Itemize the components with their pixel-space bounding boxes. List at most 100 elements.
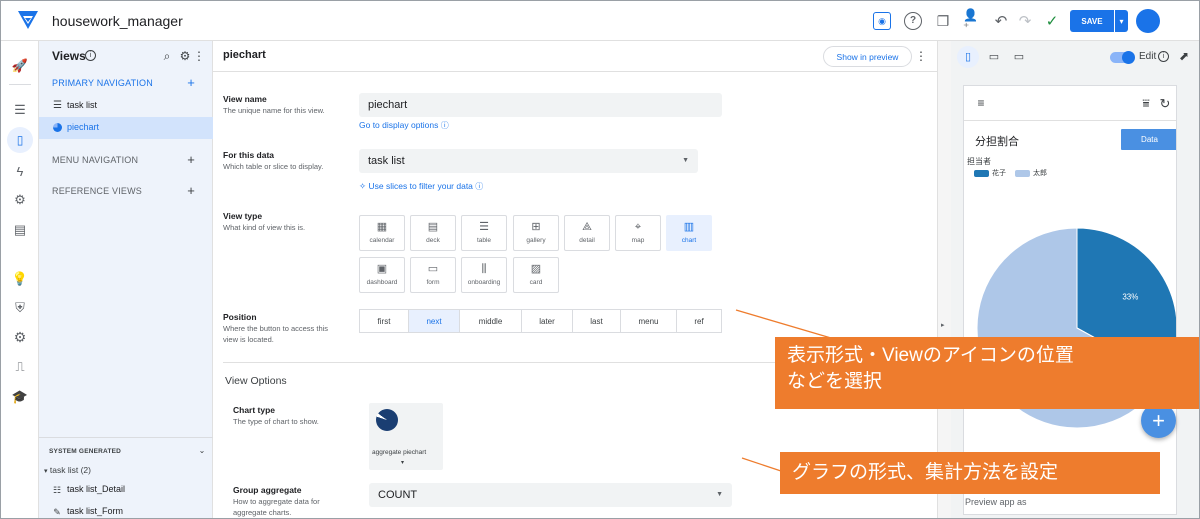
slices-link[interactable]: ✧ Use slices to filter your data ⓘ	[359, 181, 483, 192]
actions-icon[interactable]: ϟ	[11, 162, 29, 180]
group-aggregate-sub-1: How to aggregate data for	[233, 497, 320, 506]
info-icon[interactable]: i	[1158, 51, 1169, 62]
for-data-sub: Which table or slice to display.	[223, 162, 324, 171]
sidebar-item-label: task list_Form	[67, 506, 124, 516]
view-type-label-text: card	[529, 279, 543, 286]
view-type-map[interactable]: ⌖ map	[615, 215, 661, 251]
view-editor: piechart Show in preview ⋮ View name The…	[213, 41, 937, 518]
top-bar: housework_manager ◉ ? ❐ 👤⁺ ↶ ↷ ✓ SAVE ▾	[1, 1, 1199, 41]
position-sub-2: view is located.	[223, 335, 274, 344]
position-first[interactable]: first	[359, 309, 409, 333]
position-menu[interactable]: menu	[621, 309, 677, 333]
add-menu-icon[interactable]: +	[185, 153, 197, 166]
chevron-down-icon[interactable]: ⌄	[197, 446, 207, 456]
add-primary-icon[interactable]: +	[185, 76, 197, 89]
view-name-input[interactable]: piechart	[359, 93, 722, 117]
wifi-icon: ▾	[401, 460, 405, 466]
info-icon[interactable]: i	[85, 50, 96, 61]
preview-icon[interactable]: ◉	[873, 12, 891, 30]
callout-chart-type: グラフの形式、集計方法を設定	[780, 452, 1160, 494]
sidebar-item-task-list-form[interactable]: ✎ task list_Form	[39, 503, 213, 518]
view-type-detail[interactable]: ⟁ detail	[564, 215, 610, 251]
view-type-gallery[interactable]: ⊞ gallery	[513, 215, 559, 251]
view-type-card[interactable]: ▨ card	[513, 257, 559, 293]
edit-toggle[interactable]	[1110, 51, 1135, 64]
app-name: housework_manager	[52, 13, 183, 29]
group-aggregate-select[interactable]: COUNT ▼	[369, 483, 732, 507]
view-type-deck[interactable]: ▤ deck	[410, 215, 456, 251]
position-ref[interactable]: ref	[677, 309, 722, 333]
sidebar-item-piechart[interactable]: piechart	[39, 117, 213, 139]
monitor-icon[interactable]: ⎍	[11, 357, 29, 375]
help-icon[interactable]: ?	[904, 12, 922, 30]
undo-icon[interactable]: ↶	[992, 12, 1010, 30]
lightbulb-icon[interactable]: 💡	[11, 269, 29, 287]
system-group[interactable]: ▾ task list (2)	[44, 465, 91, 475]
security-icon[interactable]: ⛨	[11, 298, 29, 316]
position-middle[interactable]: middle	[460, 309, 522, 333]
position-label: Position	[223, 312, 257, 322]
for-data-select[interactable]: task list ▼	[359, 149, 698, 173]
sidebar-item-task-list-detail[interactable]: ☷ task list_Detail	[39, 481, 213, 499]
view-type-chart[interactable]: ▥ chart	[666, 215, 712, 251]
form-icon: ▭	[427, 263, 439, 275]
appsheet-logo-icon[interactable]	[17, 10, 39, 30]
view-type-calendar[interactable]: ▦ calendar	[359, 215, 405, 251]
header-divider	[213, 71, 937, 72]
sidebar-item-task-list[interactable]: ☰ task list	[39, 95, 213, 117]
save-dropdown-button[interactable]: ▾	[1115, 10, 1128, 32]
view-type-label-text: onboarding	[467, 279, 501, 286]
group-aggregate-sub-2: aggregate charts.	[233, 508, 292, 517]
view-type-label-text: chart	[681, 237, 697, 244]
position-next[interactable]: next	[409, 309, 460, 333]
system-group-label: task list (2)	[49, 465, 91, 475]
redo-icon[interactable]: ↷	[1016, 12, 1034, 30]
add-reference-icon[interactable]: +	[185, 184, 197, 197]
edit-label: Edit	[1139, 51, 1157, 62]
copy-icon[interactable]: ❐	[934, 12, 952, 30]
view-type-dashboard[interactable]: ▣ dashboard	[359, 257, 405, 293]
more-vert-icon[interactable]: ⋮	[193, 49, 205, 63]
more-vert-icon[interactable]: ⋮	[915, 49, 927, 63]
view-type-onboarding[interactable]: ⫼ onboarding	[461, 257, 507, 293]
gear-icon[interactable]: ⚙	[178, 49, 192, 63]
expand-arrow-icon[interactable]: ▸	[941, 321, 945, 329]
phone-icon[interactable]: ▯	[957, 46, 979, 68]
view-type-form[interactable]: ▭ form	[410, 257, 456, 293]
open-external-icon[interactable]: ⬈	[1177, 49, 1191, 63]
view-type-table[interactable]: ☰ table	[461, 215, 507, 251]
tablet-icon[interactable]: ▭	[985, 48, 1003, 66]
save-button[interactable]: SAVE	[1070, 10, 1114, 32]
detail-icon: ☷	[52, 484, 62, 495]
panel-scrollbar[interactable]: ▸	[937, 41, 951, 518]
card-icon: ▨	[530, 263, 542, 275]
group-aggregate-label: Group aggregate	[233, 485, 302, 495]
display-options-link[interactable]: Go to display options ⓘ	[359, 120, 449, 131]
chart-icon: ▥	[683, 221, 695, 233]
bot-icon[interactable]: ⚙	[11, 190, 29, 208]
chart-type-option-aggregate-piechart[interactable]: aggregate piechart ▾	[369, 403, 443, 470]
desktop-icon[interactable]: ▭	[1010, 48, 1028, 66]
views-icon[interactable]: ▯	[7, 127, 33, 153]
view-options-header: View Options	[225, 375, 287, 387]
settings-icon[interactable]: ⚙	[11, 328, 29, 346]
chart-type-sub: The type of chart to show.	[233, 417, 319, 426]
position-later[interactable]: later	[522, 309, 573, 333]
menu-nav-header: MENU NAVIGATION	[52, 155, 139, 165]
position-sub-1: Where the button to access this	[223, 324, 329, 333]
position-last[interactable]: last	[573, 309, 621, 333]
group-aggregate-value: COUNT	[378, 489, 418, 501]
for-data-label: For this data	[223, 150, 275, 160]
show-in-preview-button[interactable]: Show in preview	[823, 46, 912, 67]
avatar[interactable]	[1136, 9, 1160, 33]
add-person-icon[interactable]: 👤⁺	[963, 9, 981, 33]
learn-icon[interactable]: 🎓	[11, 387, 29, 405]
rocket-icon[interactable]: 🚀	[11, 56, 29, 74]
view-type-label-text: detail	[579, 237, 595, 244]
reference-views-header: REFERENCE VIEWS	[52, 186, 143, 196]
chat-icon[interactable]: ▤	[11, 220, 29, 238]
search-icon[interactable]: ⌕	[160, 49, 174, 63]
sidebar-divider	[39, 437, 213, 438]
data-icon[interactable]: ☰	[11, 100, 29, 118]
view-type-sub: What kind of view this is.	[223, 223, 306, 232]
